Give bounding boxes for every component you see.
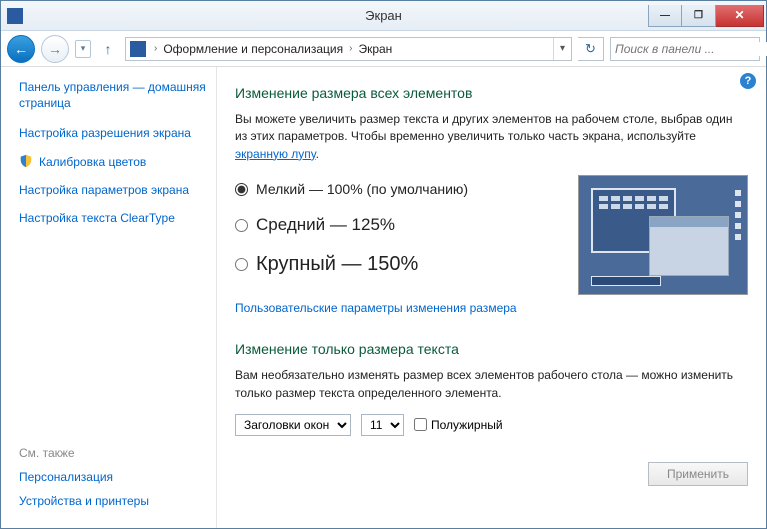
element-select[interactable]: Заголовки окон (235, 414, 351, 436)
section-heading-text: Изменение только размера текста (235, 341, 748, 357)
size-radios: Мелкий — 100% (по умолчанию) Средний — 1… (235, 175, 558, 294)
content: ? Изменение размера всех элементов Вы мо… (216, 67, 766, 528)
breadcrumb-sep: › (345, 43, 356, 54)
text-size-row: Заголовки окон 11 Полужирный (235, 414, 748, 436)
breadcrumb-2[interactable]: Экран (356, 42, 394, 56)
radio-medium-input[interactable] (235, 219, 248, 232)
sidebar-link-resolution[interactable]: Настройка разрешения экрана (19, 125, 216, 141)
titlebar: Экран — ❐ ✕ (1, 1, 766, 31)
main-area: Панель управления — домашняя страница На… (1, 67, 766, 528)
breadcrumb-sep: › (150, 43, 161, 54)
shield-icon (19, 154, 33, 168)
search-box[interactable]: 🔍 (610, 37, 760, 61)
navbar: ← → ▾ ↑ › Оформление и персонализация › … (1, 31, 766, 67)
custom-size-link[interactable]: Пользовательские параметры изменения раз… (235, 301, 517, 315)
radio-medium[interactable]: Средний — 125% (235, 215, 558, 235)
see-also-heading: См. также (19, 446, 216, 460)
address-bar[interactable]: › Оформление и персонализация › Экран ▾ (125, 37, 572, 61)
radio-small-input[interactable] (235, 183, 248, 196)
see-also-personalization[interactable]: Персонализация (19, 470, 216, 484)
size-row: Мелкий — 100% (по умолчанию) Средний — 1… (235, 175, 748, 295)
up-button[interactable]: ↑ (97, 38, 119, 60)
help-icon[interactable]: ? (740, 73, 756, 89)
app-icon (7, 8, 23, 24)
text-description: Вам необязательно изменять размер всех э… (235, 367, 748, 402)
radio-small[interactable]: Мелкий — 100% (по умолчанию) (235, 181, 558, 197)
sidebar-link-cleartype[interactable]: Настройка текста ClearType (19, 210, 216, 226)
magnifier-link[interactable]: экранную лупу (235, 147, 316, 161)
address-dropdown[interactable]: ▾ (553, 38, 571, 60)
search-input[interactable] (615, 42, 767, 56)
refresh-button[interactable]: ↻ (578, 37, 604, 61)
minimize-button[interactable]: — (648, 5, 682, 27)
sidebar-link-display-settings[interactable]: Настройка параметров экрана (19, 182, 216, 198)
font-size-select[interactable]: 11 (361, 414, 404, 436)
window-buttons: — ❐ ✕ (648, 5, 764, 27)
sidebar: Панель управления — домашняя страница На… (1, 67, 216, 528)
window-title: Экран (365, 8, 402, 23)
footer: Применить (235, 462, 748, 486)
radio-large-input[interactable] (235, 258, 248, 271)
forward-button[interactable]: → (41, 35, 69, 63)
bold-checkbox[interactable] (414, 418, 427, 431)
size-description: Вы можете увеличить размер текста и друг… (235, 111, 748, 163)
maximize-button[interactable]: ❐ (682, 5, 716, 27)
preview-image (578, 175, 748, 295)
see-also-devices[interactable]: Устройства и принтеры (19, 494, 216, 508)
breadcrumb-1[interactable]: Оформление и персонализация (161, 42, 345, 56)
back-button[interactable]: ← (7, 35, 35, 63)
close-button[interactable]: ✕ (716, 5, 764, 27)
location-icon (130, 41, 146, 57)
sidebar-link-calibration[interactable]: Калибровка цветов (19, 154, 216, 170)
recent-button[interactable]: ▾ (75, 40, 91, 58)
control-panel-home-link[interactable]: Панель управления — домашняя страница (19, 79, 216, 111)
bold-checkbox-label[interactable]: Полужирный (414, 418, 503, 432)
radio-large[interactable]: Крупный — 150% (235, 253, 558, 276)
apply-button[interactable]: Применить (648, 462, 748, 486)
section-heading-size: Изменение размера всех элементов (235, 85, 748, 101)
